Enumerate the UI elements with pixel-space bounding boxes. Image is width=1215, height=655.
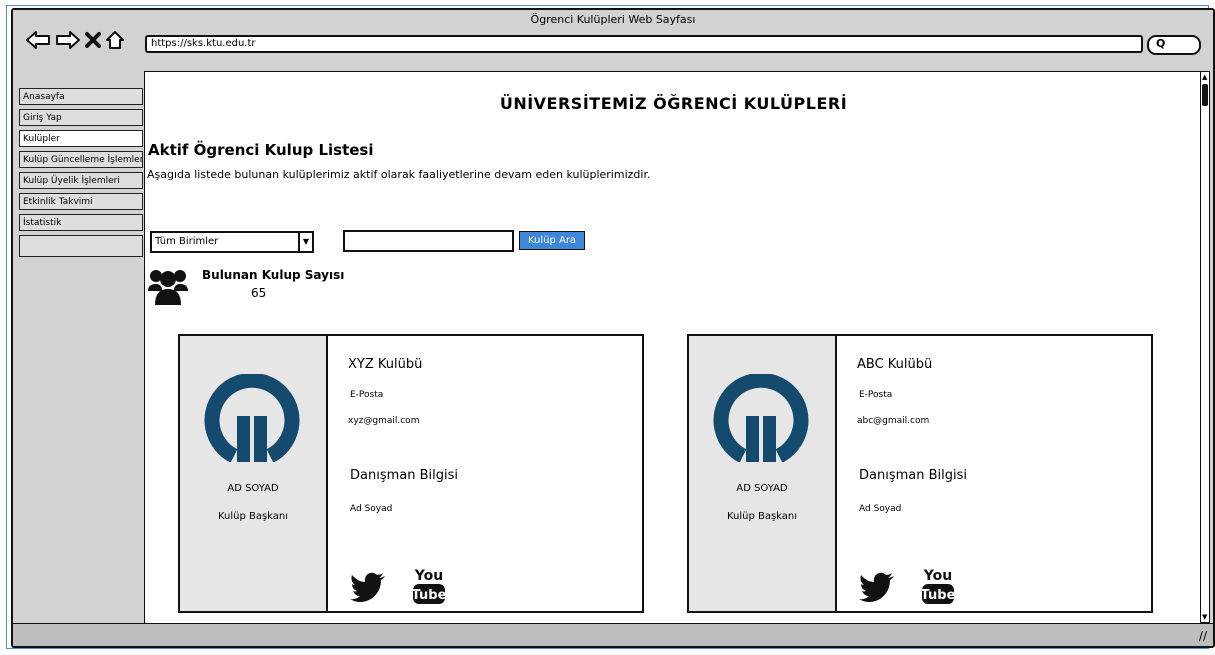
email-label: E-Posta [859,390,893,400]
scroll-up-icon[interactable]: ▲ [1202,73,1207,81]
close-icon[interactable] [85,31,101,49]
ktu-logo-icon [713,372,809,463]
search-icon: Q [1156,37,1166,50]
advisor-name: Ad Soyad [859,504,902,514]
sidebar-item-istatistik[interactable]: İstatistik [19,214,143,231]
unit-select[interactable]: Tüm Birimler ▼ [150,231,314,253]
main-content: ÜNİVERSİTEMİZ ÖĞRENCİ KULÜPLERİ Aktif Ög… [144,71,1202,625]
twitter-icon[interactable] [859,572,895,606]
club-name: XYZ Kulübü [348,357,423,372]
title-bar: Ögrenci Kulüpleri Web Sayfası https://sk… [13,10,1213,70]
youtube-you-text: You [923,568,952,584]
club-name: ABC Kulübü [857,357,933,372]
president-name: AD SOYAD [736,483,788,494]
sidebar-item-kulupler[interactable]: Kulüpler [19,130,143,147]
nav-controls [25,27,125,53]
sidebar-item-giris-yap[interactable]: Giriş Yap [19,109,143,126]
users-icon [148,267,188,305]
scroll-down-icon[interactable]: ▼ [1202,613,1207,621]
section-title: Aktif Ögrenci Kulup Listesi [148,141,374,159]
forward-arrow-icon[interactable] [55,30,81,50]
club-card-profile: AD SOYAD Kulüp Başkanı [689,336,837,611]
club-card: AD SOYAD Kulüp Başkanı XYZ Kulübü E-Post… [178,334,644,613]
scroll-thumb[interactable] [1202,84,1208,106]
window-title: Ögrenci Kulüpleri Web Sayfası [530,13,696,26]
club-card-profile: AD SOYAD Kulüp Başkanı [180,336,328,611]
club-search-button[interactable]: Kulüp Ara [519,231,585,250]
vertical-scrollbar[interactable]: ▲ ▼ [1200,71,1210,623]
resize-handle-icon[interactable]: // [1199,629,1207,643]
advisor-name: Ad Soyad [350,504,393,514]
sidebar-item-kulup-guncelleme[interactable]: Kulüp Güncelleme İşlemleri [19,151,143,168]
president-name: AD SOYAD [227,483,279,494]
club-card: AD SOYAD Kulüp Başkanı ABC Kulübü E-Post… [687,334,1153,613]
twitter-icon[interactable] [350,572,386,606]
sidebar-item-kulup-uyelik[interactable]: Kulüp Üyelik İşlemleri [19,172,143,189]
sidebar-item-anasayfa[interactable]: Anasayfa [19,88,143,105]
club-count-label: Bulunan Kulup Sayısı [202,268,345,282]
status-bar: // [13,623,1213,646]
chevron-down-icon[interactable]: ▼ [298,233,312,251]
page-title: ÜNİVERSİTEMİZ ÖĞRENCİ KULÜPLERİ [499,94,848,113]
sidebar-item-empty[interactable] [19,235,143,257]
browser-search[interactable]: Q [1147,35,1201,55]
ktu-logo-icon [204,372,300,463]
president-role: Kulüp Başkanı [217,511,289,522]
browser-window: Ögrenci Kulüpleri Web Sayfası https://sk… [11,8,1215,648]
president-role: Kulüp Başkanı [726,511,798,522]
club-count-value: 65 [251,286,267,300]
youtube-you-text: You [414,568,443,584]
advisor-title: Danışman Bilgisi [859,468,967,483]
home-icon[interactable] [105,30,125,50]
section-description: Aşagıda listede bulunan kulüplerimiz akt… [147,168,651,181]
youtube-tube-text: Tube [412,588,447,603]
email-label: E-Posta [350,390,384,400]
club-search-input[interactable] [343,230,514,252]
sidebar: Anasayfa Giriş Yap Kulüpler Kulüp Güncel… [19,88,143,261]
youtube-icon[interactable]: You Tube [411,566,447,610]
unit-select-value: Tüm Birimler [155,236,219,247]
youtube-icon[interactable]: You Tube [920,566,956,610]
advisor-title: Danışman Bilgisi [350,468,458,483]
sidebar-item-etkinlik-takvimi[interactable]: Etkinlik Takvimi [19,193,143,210]
youtube-tube-text: Tube [921,588,956,603]
club-email[interactable]: abc@gmail.com [857,416,929,426]
back-arrow-icon[interactable] [25,30,51,50]
url-bar[interactable]: https://sks.ktu.edu.tr [145,35,1143,53]
club-email[interactable]: xyz@gmail.com [348,416,419,426]
